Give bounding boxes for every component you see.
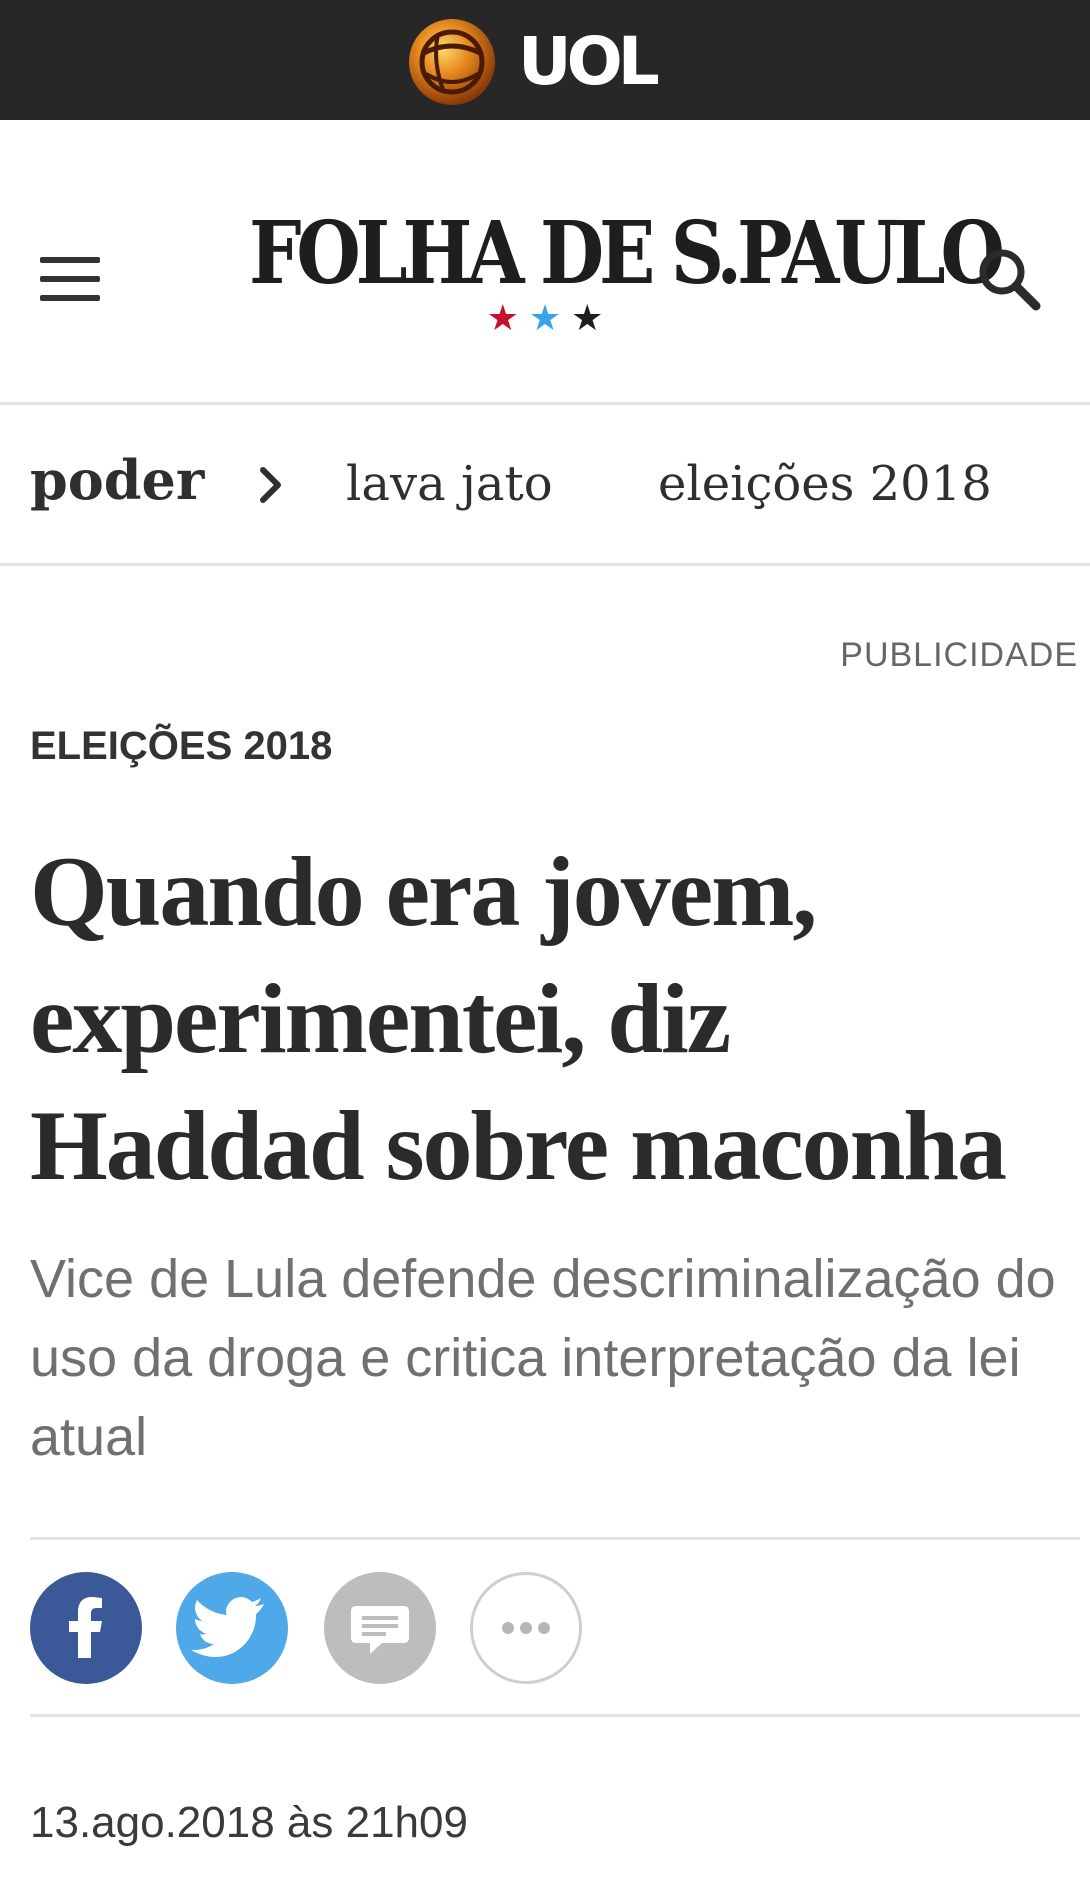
- article-headline: Quando era jovem, experimentei, diz Hadd…: [30, 836, 1007, 1201]
- nav-section-poder[interactable]: poder: [30, 445, 204, 515]
- search-button[interactable]: [970, 240, 1050, 320]
- section-nav: poder lava jato eleições 2018: [0, 405, 1090, 563]
- site-header: FOLHA DE S.PAULO ★★★: [0, 120, 1090, 404]
- comments-icon: [351, 1606, 409, 1654]
- share-facebook-button[interactable]: [30, 1572, 142, 1684]
- more-icon: [502, 1622, 550, 1634]
- publicidade-label: PUBLICIDADE: [840, 636, 1078, 674]
- twitter-icon: [191, 1597, 264, 1657]
- facebook-icon: [69, 1597, 102, 1658]
- share-more-button[interactable]: [470, 1572, 582, 1684]
- nav-link-eleicoes-2018[interactable]: eleições 2018: [658, 449, 992, 519]
- brand-stars: ★★★: [200, 300, 900, 336]
- uol-top-bar: UOL: [0, 0, 1090, 120]
- brand-name: FOLHA DE S.PAULO: [249, 203, 1005, 304]
- hamburger-line: [40, 295, 100, 301]
- nav-divider: [0, 563, 1090, 566]
- share-comments-button[interactable]: [324, 1572, 436, 1684]
- share-divider-top: [30, 1537, 1080, 1540]
- nav-link-lava-jato[interactable]: lava jato: [346, 449, 553, 519]
- share-bar: [30, 1572, 1080, 1684]
- hamburger-menu-icon: [40, 257, 100, 263]
- share-twitter-button[interactable]: [176, 1572, 288, 1684]
- share-divider-bottom: [30, 1714, 1080, 1717]
- chevron-right-icon: [260, 467, 281, 503]
- folha-logo[interactable]: FOLHA DE S.PAULO ★★★: [200, 203, 1005, 338]
- search-icon: [979, 249, 1041, 311]
- article-subtitle: Vice de Lula defende descriminalização d…: [30, 1249, 1056, 1467]
- hamburger-line: [40, 276, 100, 282]
- article-date: 13.ago.2018 às 21h09: [30, 1798, 468, 1847]
- article-kicker[interactable]: ELEIÇÕES 2018: [30, 724, 332, 769]
- uol-logo-text: UOL: [518, 23, 660, 100]
- menu-button[interactable]: [36, 247, 108, 311]
